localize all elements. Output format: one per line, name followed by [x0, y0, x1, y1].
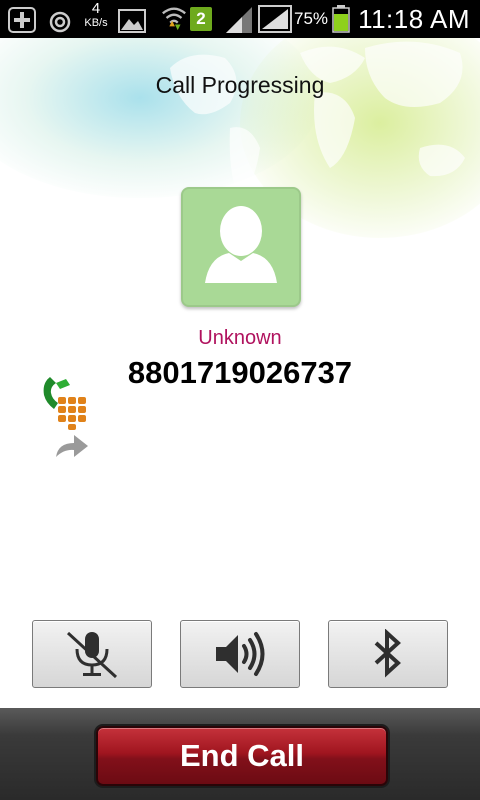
data-rate: 4 KB/s	[80, 0, 112, 29]
signal-icon-2	[258, 5, 292, 33]
bluetooth-button[interactable]	[328, 620, 448, 688]
call-status-title: Call Progressing	[155, 72, 325, 98]
battery-icon	[332, 5, 350, 33]
caller-name: Unknown	[198, 327, 282, 349]
data-rate-value: 4	[91, 0, 101, 17]
clock: 11:18 AM	[358, 4, 470, 34]
sync-icon	[49, 11, 71, 33]
microphone-muted-icon	[66, 631, 118, 679]
status-bar: 4 KB/s 2 75% 11:18 AM	[0, 0, 480, 38]
person-icon	[205, 206, 277, 283]
bluetooth-icon	[374, 629, 401, 678]
wifi-icon	[162, 7, 186, 31]
battery-percent: 75%	[294, 9, 329, 28]
end-call-button[interactable]: End Call	[96, 726, 388, 786]
bottom-bar: End Call	[0, 708, 480, 800]
data-rate-unit: KB/s	[84, 17, 108, 29]
forward-icon[interactable]	[54, 431, 90, 461]
signal-icon	[226, 7, 252, 33]
mute-button[interactable]	[32, 620, 152, 688]
speaker-icon	[216, 632, 265, 676]
phone-keypad-icon[interactable]	[40, 373, 94, 433]
sim-badge: 2	[190, 7, 212, 31]
call-actions	[40, 373, 100, 463]
contact-avatar	[181, 187, 301, 307]
speaker-button[interactable]	[180, 620, 300, 688]
add-icon	[8, 7, 36, 33]
image-icon	[118, 9, 146, 33]
call-screen: Call Progressing Unknown 8801719026737	[0, 38, 480, 708]
